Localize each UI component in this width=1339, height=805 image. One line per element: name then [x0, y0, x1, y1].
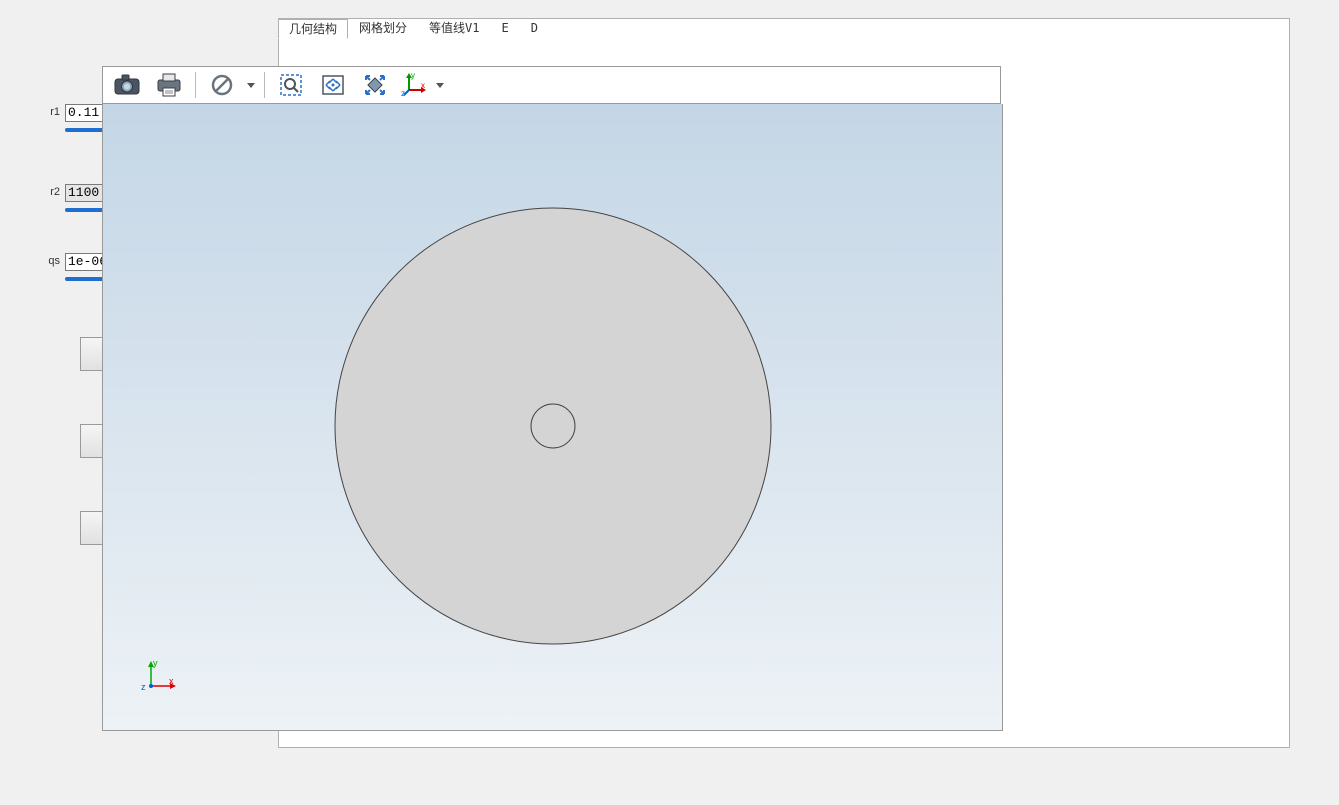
svg-text:z: z	[141, 682, 146, 692]
param-qs-label: qs	[40, 255, 60, 267]
zoom-extents-icon[interactable]	[313, 68, 353, 102]
axis-gizmo: y x z	[139, 658, 179, 698]
zoom-box-icon[interactable]	[271, 68, 311, 102]
svg-text:x: x	[169, 676, 174, 686]
svg-text:z: z	[401, 89, 405, 98]
axes-icon[interactable]: y x z	[397, 68, 431, 102]
param-r1-label: r1	[40, 106, 60, 118]
graphics-viewport[interactable]: y x z	[102, 104, 1003, 731]
tab-d[interactable]: D	[520, 18, 549, 38]
print-icon[interactable]	[149, 68, 189, 102]
svg-text:y: y	[411, 72, 415, 80]
restrict-dropdown[interactable]	[244, 69, 258, 101]
svg-text:y: y	[153, 658, 158, 668]
toolbar-separator	[195, 72, 196, 98]
zoom-fit-icon[interactable]	[355, 68, 395, 102]
svg-text:x: x	[421, 81, 425, 90]
toolbar-separator	[264, 72, 265, 98]
geometry-canvas	[103, 104, 1002, 730]
tab-bar: 几何结构 网格划分 等值线V1 E D	[278, 18, 549, 38]
tab-mesh[interactable]: 网格划分	[348, 18, 418, 38]
outer-circle	[335, 208, 771, 644]
param-r2-label: r2	[40, 186, 60, 198]
restrict-icon[interactable]	[202, 68, 242, 102]
tab-geometry[interactable]: 几何结构	[278, 19, 348, 39]
axes-dropdown[interactable]	[433, 69, 447, 101]
graphics-toolbar: y x z	[102, 66, 1001, 104]
camera-icon[interactable]	[107, 68, 147, 102]
app-root: r1 r2 qs 生成几何	[0, 0, 1339, 805]
tab-e[interactable]: E	[490, 18, 519, 38]
tab-contour-v1[interactable]: 等值线V1	[418, 18, 490, 38]
